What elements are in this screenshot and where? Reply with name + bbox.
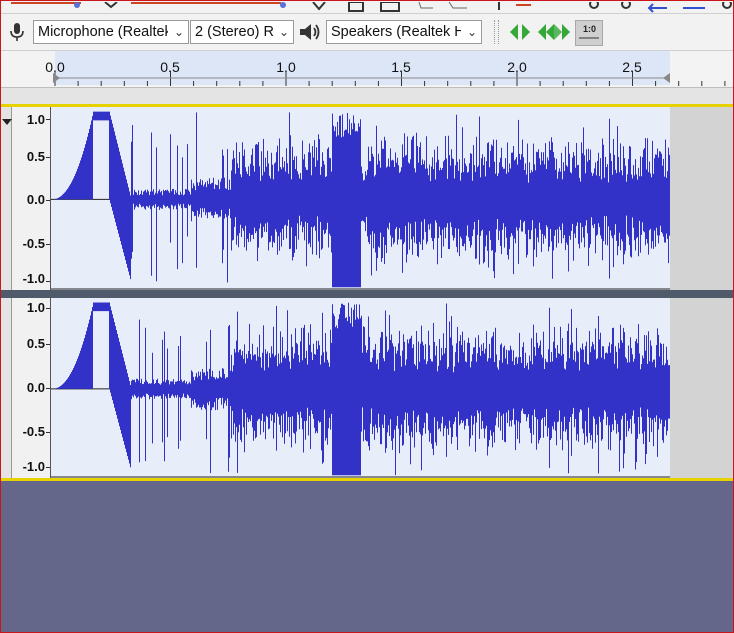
amplitude-label: -1.0: [22, 271, 45, 286]
chevron-down-icon: ⌄: [278, 25, 289, 39]
recording-channels-value: 2 (Stereo) R: [195, 24, 274, 40]
amplitude-label: -1.0: [22, 459, 45, 474]
amplitude-label: 1.0: [26, 112, 45, 127]
track-empty-region: [670, 107, 733, 290]
timeline-tick-label: 1.5: [391, 59, 411, 75]
chevron-down-icon: ⌄: [466, 25, 477, 39]
empty-track-area[interactable]: [1, 481, 733, 632]
recording-device-select[interactable]: Microphone (Realtek ⌄: [33, 20, 189, 44]
waveform-left: [51, 111, 670, 290]
waveform-path: [53, 111, 670, 288]
timeline-tick-label: 0.5: [160, 59, 180, 75]
zoom-button-label: 1:0: [583, 24, 597, 34]
audio-track-left-channel: 1.0 0.5 0.0 -0.5 -1.0: [1, 107, 733, 290]
track-control-panel[interactable]: [1, 298, 12, 478]
amplitude-label: -0.5: [22, 236, 45, 251]
timeline-tick-label: 0.0: [45, 59, 65, 75]
track-separator[interactable]: [1, 290, 733, 298]
play-cut-preview-icon[interactable]: [536, 20, 572, 44]
track-control-panel[interactable]: [1, 107, 12, 290]
track-area-top-gap: [1, 88, 733, 105]
timeline-ruler[interactable]: 0.0 0.5 1.0 1.5 2.0 2.5: [1, 51, 733, 88]
speaker-icon: [300, 24, 320, 40]
playback-device-value: Speakers (Realtek H: [331, 24, 461, 40]
audacity-window: Microphone (Realtek ⌄ 2 (Stereo) R ⌄ Spe…: [0, 0, 734, 633]
amplitude-label: 0.0: [26, 192, 45, 207]
recording-channels-select[interactable]: 2 (Stereo) R ⌄: [190, 20, 294, 44]
track-empty-region: [670, 298, 733, 478]
amplitude-label: -0.5: [22, 424, 45, 439]
amplitude-label: 0.5: [26, 336, 45, 351]
waveform-display[interactable]: [51, 298, 670, 478]
recording-device-value: Microphone (Realtek: [38, 24, 168, 40]
tools-toolbar-partial: [1, 1, 733, 14]
waveform-right: [51, 302, 670, 478]
waveform-path: [53, 302, 670, 476]
vertical-amplitude-ruler[interactable]: 1.0 0.5 0.0 -0.5 -1.0: [12, 107, 51, 290]
track-menu-arrow-icon[interactable]: [2, 119, 12, 125]
microphone-icon: [10, 23, 24, 41]
amplitude-label: 0.5: [26, 149, 45, 164]
waveform-display[interactable]: [51, 107, 670, 290]
timeline-tick-label: 1.0: [276, 59, 296, 75]
timeline-tick-label: 2.0: [507, 59, 527, 75]
timeline-tick-label: 2.5: [622, 59, 642, 75]
toolbar-grip[interactable]: [494, 20, 499, 44]
zoom-normal-button[interactable]: 1:0: [575, 20, 603, 46]
playback-device-select[interactable]: Speakers (Realtek H ⌄: [326, 20, 482, 44]
amplitude-label: 0.0: [26, 380, 45, 395]
toolbar-partial-icons: [11, 1, 732, 13]
play-at-speed-icon[interactable]: [507, 20, 533, 44]
audio-track-right-channel: 1.0 0.5 0.0 -0.5 -1.0: [1, 298, 733, 478]
chevron-down-icon: ⌄: [173, 25, 184, 39]
amplitude-label: 1.0: [26, 300, 45, 315]
device-toolbar: Microphone (Realtek ⌄ 2 (Stereo) R ⌄ Spe…: [1, 14, 733, 51]
vertical-amplitude-ruler[interactable]: 1.0 0.5 0.0 -0.5 -1.0: [12, 298, 51, 478]
